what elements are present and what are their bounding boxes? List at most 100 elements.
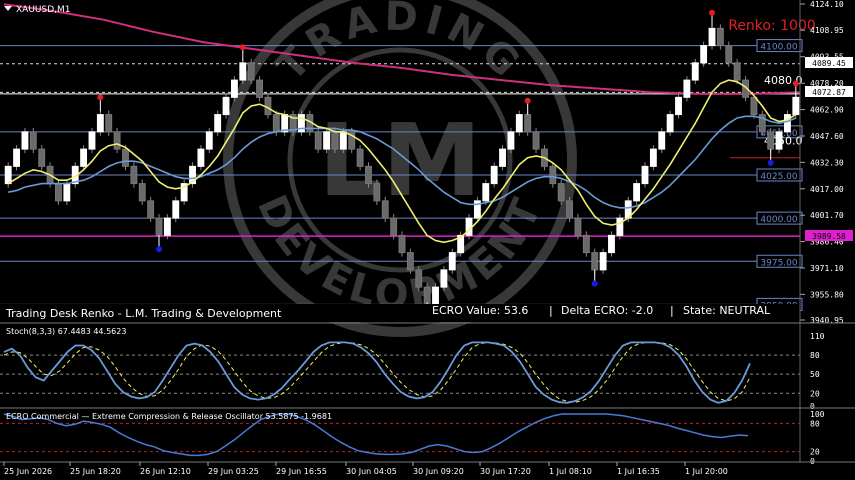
brick-down (381, 200, 389, 219)
brick-down (415, 269, 423, 288)
brick-down (38, 148, 46, 167)
tag-3989: 3989.58 (812, 232, 846, 241)
brick-up (691, 62, 699, 81)
renko-label: Renko: 1000 (728, 18, 816, 34)
brick-up (792, 96, 800, 116)
brick-up (4, 165, 12, 185)
swing-high-dot (709, 9, 716, 16)
brick-down (725, 45, 733, 64)
brick-up (675, 96, 682, 116)
brick-down (247, 62, 255, 81)
brick-up (775, 131, 783, 150)
brick-down (256, 79, 263, 98)
ecro-axis-label: 80 (810, 419, 820, 428)
brick-up (515, 114, 523, 133)
price-tick-label: 4032.30 (810, 158, 844, 167)
brick-down (29, 131, 37, 150)
ecro-axis-label: 100 (810, 410, 825, 419)
brick-down (524, 114, 532, 133)
brick-down (155, 217, 163, 236)
brick-up (239, 62, 247, 81)
symbol-label: XAUUSD,M1 (16, 5, 71, 15)
brick-down (264, 96, 272, 116)
brick-up (448, 252, 456, 271)
brick-down (122, 148, 129, 167)
brick-up (599, 252, 607, 271)
brick-down (423, 286, 431, 305)
brick-up (13, 148, 21, 167)
brick-up (21, 131, 29, 150)
brick-up (96, 114, 104, 133)
time-tick-label: 1 Jul 08:10 (549, 467, 592, 476)
brick-up (683, 79, 691, 98)
swing-low-dot (767, 159, 774, 166)
price-tick-label: 4124.10 (810, 0, 844, 9)
stoch-axis-label: 110 (810, 332, 825, 341)
ecro-label: ECRO Commercial — Extreme Compression & … (6, 412, 332, 421)
brick-up (658, 131, 666, 150)
time-tick-label: 30 Jun 04:05 (346, 467, 397, 476)
brick-down (55, 183, 62, 202)
time-tick-label: 29 Jun 03:25 (208, 467, 259, 476)
brick-up (172, 200, 180, 219)
swing-low-dot (156, 246, 163, 253)
brick-down (138, 183, 146, 202)
time-tick-label: 29 Jun 16:55 (276, 467, 327, 476)
brick-down (314, 131, 322, 150)
price-tick-label: 3971.10 (810, 264, 844, 273)
price-tick-label: 4047.60 (810, 132, 844, 141)
brick-up (339, 131, 347, 150)
brick-up (63, 183, 71, 202)
brick-up (499, 148, 506, 167)
swing-low-dot (591, 280, 598, 287)
brick-down (356, 148, 364, 167)
brick-down (767, 131, 775, 150)
brick-up (616, 217, 624, 236)
brick-up (708, 27, 716, 47)
brick-up (633, 183, 641, 202)
brick-down (390, 217, 398, 236)
brick-down (272, 114, 280, 133)
brick-down (574, 217, 582, 236)
tag-current-price: 4072.87 (812, 88, 846, 97)
time-tick-label: 1 Jul 20:00 (685, 467, 728, 476)
level-label: 4100.00 (760, 43, 797, 53)
time-tick-label: 30 Jun 09:20 (413, 467, 464, 476)
brick-down (532, 131, 540, 150)
swing-high-dot (792, 80, 799, 87)
brick-up (432, 286, 439, 305)
price-tick-label: 3940.95 (810, 316, 844, 325)
level-label: 4000.00 (760, 215, 797, 225)
brick-down (557, 183, 565, 202)
swing-high-dot (239, 44, 246, 51)
brick-down (406, 252, 414, 271)
price-tick-label: 3955.80 (810, 290, 844, 299)
brick-down (549, 165, 557, 185)
stoch-label: Stoch(8,3,3) 67.4483 44.5623 (6, 327, 126, 336)
ecro-axis-label: 20 (810, 448, 820, 457)
price-tick-label: 4062.90 (810, 106, 844, 115)
brick-up (440, 269, 448, 288)
brick-up (214, 114, 222, 133)
brick-up (482, 183, 490, 202)
brick-down (591, 252, 599, 271)
brick-up (230, 79, 238, 98)
brick-up (783, 114, 791, 133)
brick-up (507, 131, 515, 150)
brick-up (649, 148, 657, 167)
brick-down (113, 131, 121, 150)
brick-up (323, 131, 331, 150)
brick-down (373, 183, 381, 202)
brick-up (700, 45, 708, 64)
brick-down (147, 200, 155, 219)
chart-canvas: TRADING DEVELOPMENT LM 4100.004050.00402… (0, 0, 855, 480)
status-separator-1: | (549, 304, 553, 317)
level-label: 4025.00 (760, 172, 797, 182)
status-delta-ecro: Delta ECRO: -2.0 (561, 304, 653, 317)
brick-down (716, 27, 724, 47)
stoch-axis-label: 20 (810, 389, 820, 398)
time-tick-label: 26 Jun 12:10 (140, 467, 191, 476)
time-tick-label: 30 Jun 17:20 (480, 467, 531, 476)
swing-high-dot (524, 97, 531, 104)
status-ecro-value: ECRO Value: 53.6 (432, 304, 528, 317)
